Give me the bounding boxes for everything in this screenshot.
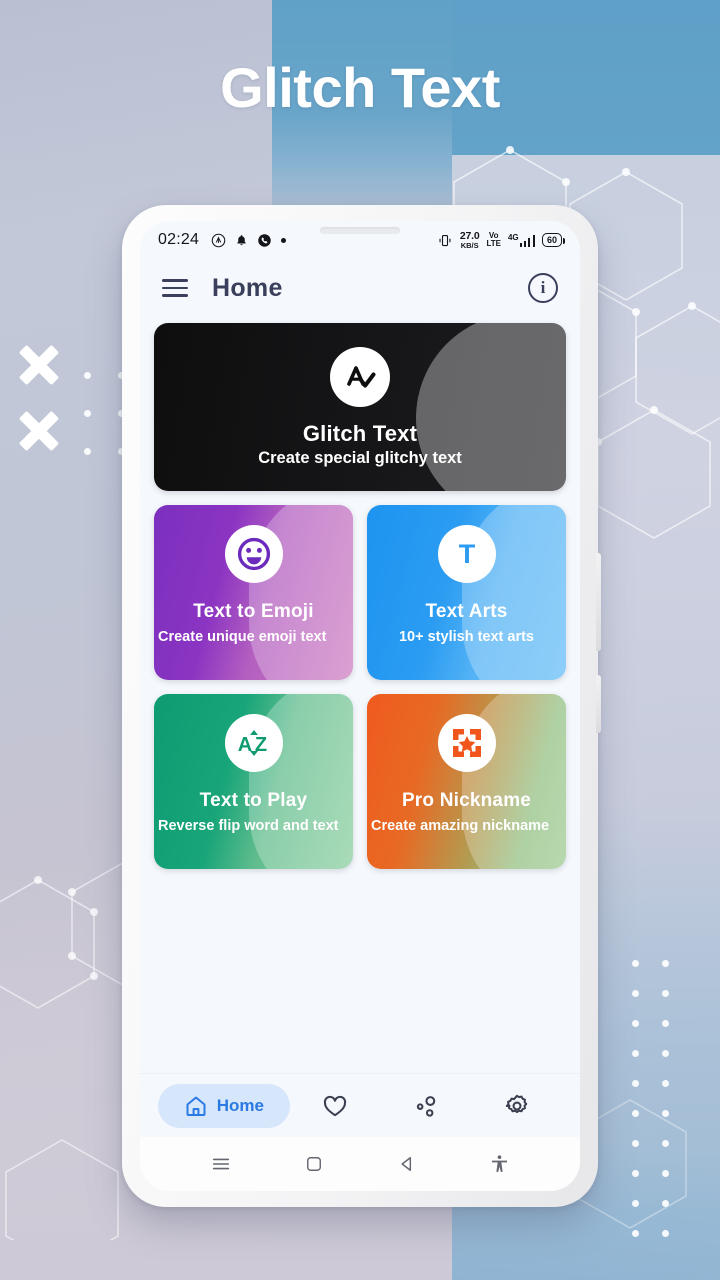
bottom-navigation-bar: Home: [140, 1073, 580, 1137]
page-title: Glitch Text: [220, 56, 500, 119]
phone-volume-button: [596, 553, 601, 651]
bell-icon: [237, 234, 246, 245]
home-content: Glitch Text Create special glitchy text: [140, 317, 580, 1073]
svg-text:A: A: [237, 734, 251, 756]
card-text-arts[interactable]: T Text Arts 10+ stylish text arts: [367, 505, 566, 680]
android-navigation-bar: [140, 1137, 580, 1191]
card-title: Pro Nickname: [401, 790, 532, 811]
network-type-label: 4G: [507, 233, 519, 242]
svg-text:Z: Z: [254, 734, 266, 756]
decor-x-mark-2: [16, 408, 62, 454]
signal-strength-icon: 4G: [508, 233, 535, 247]
app-bar-title: Home: [212, 273, 283, 302]
hamburger-menu-icon[interactable]: [162, 279, 188, 297]
phone-mockup: 02:24 27.0 KB/S Vo LTE 4G 60 Home i Glit…: [122, 205, 601, 1207]
nav-item-home[interactable]: Home: [158, 1083, 290, 1128]
volte-bottom-label: LTE: [486, 239, 501, 248]
nav-item-favorites[interactable]: [290, 1084, 381, 1128]
broadcast-icon: [211, 233, 226, 247]
card-title: Text Arts: [425, 601, 508, 622]
smiley-face-icon: [224, 525, 283, 583]
home-square-icon[interactable]: [291, 1141, 337, 1187]
share-icon: [416, 1095, 436, 1117]
phone-screen: 02:24 27.0 KB/S Vo LTE 4G 60 Home i Glit…: [140, 221, 580, 1191]
status-bar-clock: 02:24: [158, 231, 200, 248]
vibrate-icon: [439, 234, 451, 246]
card-title: Text to Play: [199, 790, 308, 811]
card-text-to-emoji[interactable]: Text to Emoji Create unique emoji text: [154, 505, 353, 680]
network-speed-value: 27.0: [459, 230, 480, 242]
nav-item-home-label: Home: [216, 1095, 264, 1115]
card-subtitle: Create amazing nickname: [371, 818, 550, 834]
info-icon[interactable]: i: [528, 273, 558, 303]
a-check-icon: [330, 346, 390, 407]
call-icon: [258, 233, 271, 247]
nickname-badge-icon: [437, 714, 496, 772]
letter-t-icon: T: [437, 525, 496, 583]
card-subtitle: Reverse flip word and text: [158, 818, 339, 834]
nav-item-share[interactable]: [380, 1084, 471, 1128]
dot-icon: [281, 237, 287, 243]
status-bar-right-icons: 27.0 KB/S Vo LTE 4G 60: [437, 231, 566, 249]
card-glitch-text[interactable]: Glitch Text Create special glitchy text: [154, 323, 566, 491]
phone-power-button: [596, 675, 601, 733]
back-triangle-icon[interactable]: [384, 1141, 430, 1187]
card-subtitle: 10+ stylish text arts: [398, 629, 534, 645]
decor-x-mark-1: [16, 342, 62, 388]
heart-icon: [323, 1095, 347, 1116]
volte-indicator: Vo LTE: [486, 231, 501, 249]
card-title: Text to Emoji: [193, 601, 314, 622]
home-icon: [186, 1096, 206, 1116]
az-sort-icon: A Z: [224, 714, 283, 772]
card-pro-nickname[interactable]: Pro Nickname Create amazing nickname: [367, 694, 566, 869]
decor-dot-grid-right: [632, 960, 686, 1237]
card-subtitle: Create special glitchy text: [258, 448, 462, 467]
network-speed-indicator: 27.0 KB/S: [460, 231, 480, 249]
card-subtitle: Create unique emoji text: [158, 629, 327, 645]
battery-indicator: 60: [541, 233, 566, 247]
phone-bezel: 02:24 27.0 KB/S Vo LTE 4G 60 Home i Glit…: [140, 221, 580, 1191]
accessibility-icon[interactable]: [477, 1141, 523, 1187]
nav-item-settings[interactable]: [471, 1084, 562, 1128]
feature-card-grid: Text to Emoji Create unique emoji text T…: [154, 505, 566, 869]
app-bar: Home i: [140, 259, 580, 317]
svg-text:T: T: [458, 539, 475, 569]
card-title: Glitch Text: [302, 420, 418, 446]
recents-icon[interactable]: [198, 1141, 244, 1187]
gear-icon: [505, 1094, 527, 1113]
phone-earpiece-speaker: [320, 227, 400, 234]
card-text-to-play[interactable]: A Z Text to Play Reverse flip word and t…: [154, 694, 353, 869]
status-bar-left-icons: [211, 233, 287, 248]
network-speed-unit: KB/S: [460, 240, 479, 250]
